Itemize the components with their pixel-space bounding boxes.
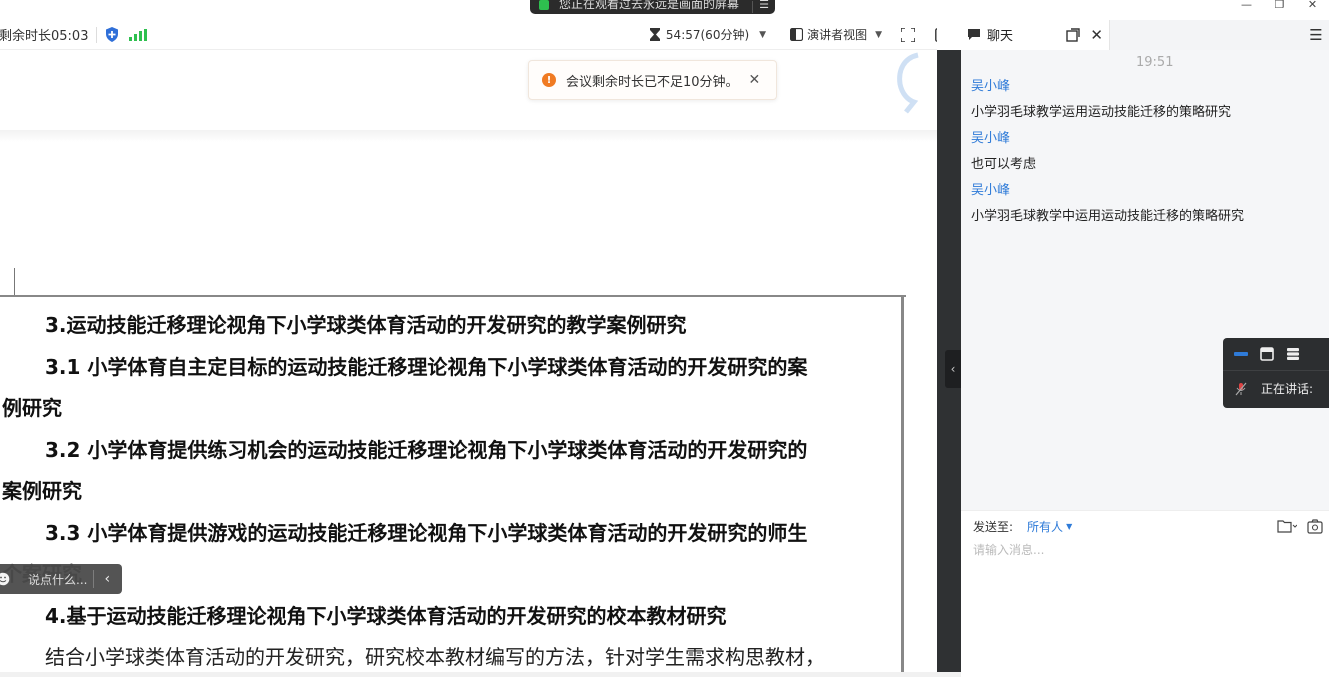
chevron-down-icon[interactable]: ▼ [1066,522,1072,531]
chevron-left-icon[interactable]: ‹ [104,571,110,587]
collapse-panel-button[interactable]: ‹ [945,350,961,388]
document-text: 3.运动技能迁移理论视角下小学球类体育活动的开发研究的教学案例研究 3.1 小学… [0,305,900,677]
message-text: 也可以考虑 [971,157,1037,172]
minimize-panel-icon[interactable] [1234,351,1248,357]
timer-text: 54:57(60分钟) [665,28,750,42]
chat-messages[interactable]: 19:51 吴小峰 小学羽毛球教学运用运动技能迁移的策略研究 吴小峰 也可以考虑… [961,50,1329,510]
window-controls: — ❐ ✕ [1230,0,1329,12]
doc-line: 例研究 [2,396,62,420]
doc-line: 个案研究 [0,554,900,596]
chat-compose: 发送至: 所有人 ▼ 请输入消息... [961,510,1329,677]
minimize-icon[interactable]: — [1230,0,1263,12]
hourglass-icon [649,28,660,41]
bottom-edge [0,672,961,677]
meeting-window: 您正在观看过去永远是画面的屏幕 ☰ — ❐ ✕ 剩余时长05:03 54:57(… [0,0,1329,677]
remaining-time: 剩余时长05:03 [0,29,89,44]
screenshot-icon[interactable] [1307,518,1323,534]
list-panel-icon[interactable] [1286,347,1300,361]
message-list: 吴小峰 小学羽毛球教学运用运动技能迁移的策略研究 吴小峰 也可以考虑 吴小峰 小… [971,74,1321,230]
page-right-border [901,295,904,677]
doc-line: 结合小学球类体育活动的开发研究，研究校本教材编写的方法，针对学生需求构思教材， [45,645,825,669]
doc-line: 3.3 小学体育提供游戏的运动技能迁移理论视角下小学球类体育活动的开发研究的师生 [45,520,808,545]
meeting-toolbar: 剩余时长05:03 54:57(60分钟) ▼ 演讲者视图 ▼ [0,20,960,50]
chat-tab[interactable]: 聊天 ✕ [961,19,1110,50]
comment-placeholder[interactable]: 说点什么... [28,571,87,588]
shared-screen: 3.运动技能迁移理论视角下小学球类体育活动的开发研究的教学案例研究 3.1 小学… [0,50,937,677]
panel-mode-icons [1223,338,1329,370]
speaking-label: 正在讲话: [1261,382,1314,396]
security-shield-icon[interactable] [105,27,119,42]
send-target-select[interactable]: 所有人 [1027,518,1063,535]
doc-line: 3.运动技能迁移理论视角下小学球类体育活动的开发研究的教学案例研究 [45,313,687,337]
share-status-icon [539,0,549,10]
page-top-border [0,295,906,299]
panel-divider: ‹ [937,50,961,677]
screen-share-banner[interactable]: 您正在观看过去永远是画面的屏幕 ☰ [530,0,775,14]
comment-input-bar[interactable]: 说点什么... ‹ [0,564,122,594]
warning-icon: ! [542,73,556,87]
emoji-icon[interactable] [0,572,10,586]
meeting-timer[interactable]: 54:57(60分钟) ▼ [649,26,767,43]
divider-top [937,20,961,50]
share-banner-text: 您正在观看过去永远是画面的屏幕 [559,0,740,11]
compose-tools [1277,518,1323,534]
chat-header-space [1110,19,1303,50]
view-mode-button[interactable]: 演讲者视图 ▼ [790,26,882,43]
toast-message: 会议剩余时长已不足10分钟。 [566,74,739,90]
comment-divider [93,570,95,588]
message-sender[interactable]: 吴小峰 [971,74,1321,100]
message-sender[interactable]: 吴小峰 [971,126,1321,152]
send-to-label: 发送至: [973,519,1014,534]
chat-bubble-icon [968,29,980,40]
speech-bubble-icon [897,52,919,114]
restore-icon[interactable]: ❐ [1263,0,1296,12]
message-timestamp: 19:51 [1136,55,1174,70]
send-target-row: 发送至: 所有人 ▼ [961,511,1329,541]
chat-title: 聊天 [987,29,1014,44]
text-cursor [14,268,15,296]
message-text: 小学羽毛球教学中运用运动技能迁移的策略研究 [971,209,1245,224]
close-chat-icon[interactable]: ✕ [1090,26,1103,44]
doc-line: 3.1 小学体育自主定目标的运动技能迁移理论视角下小学球类体育活动的开发研究的案 [45,354,808,379]
chat-header: 聊天 ✕ ☰ [961,19,1329,50]
doc-line: 3.2 小学体育提供练习机会的运动技能迁移理论视角下小学球类体育活动的开发研究的 [45,437,808,462]
mic-muted-icon [1235,382,1247,395]
chevron-down-icon: ▼ [759,29,767,40]
close-icon[interactable]: ✕ [749,72,761,88]
view-mode-label: 演讲者视图 [807,28,868,42]
layout-icon [790,28,804,41]
message-text: 小学羽毛球教学运用运动技能迁移的策略研究 [971,105,1232,120]
doc-line: 4.基于运动技能迁移理论视角下小学球类体育活动的开发研究的校本教材研究 [45,603,727,628]
close-window-icon[interactable]: ✕ [1296,0,1329,12]
more-icon[interactable]: ☰ [753,0,775,11]
hamburger-menu-icon[interactable]: ☰ [1303,19,1329,50]
message-sender[interactable]: 吴小峰 [971,178,1321,204]
toolbar-divider [96,26,98,43]
chevron-down-icon: ▼ [875,29,882,40]
window-panel-icon[interactable] [1260,347,1274,361]
floating-speaker-panel[interactable]: 正在讲话: [1223,338,1329,408]
fullscreen-icon[interactable] [900,27,916,43]
doc-line: 案例研究 [2,479,82,503]
network-signal-icon[interactable] [129,28,148,41]
folder-icon[interactable] [1277,519,1297,533]
speaking-row: 正在讲话: [1223,370,1329,406]
message-input[interactable]: 请输入消息... [961,541,1329,581]
time-warning-toast: ! 会议剩余时长已不足10分钟。 ✕ [528,60,777,100]
shadow-band [0,130,937,142]
popout-icon[interactable] [1066,27,1081,42]
